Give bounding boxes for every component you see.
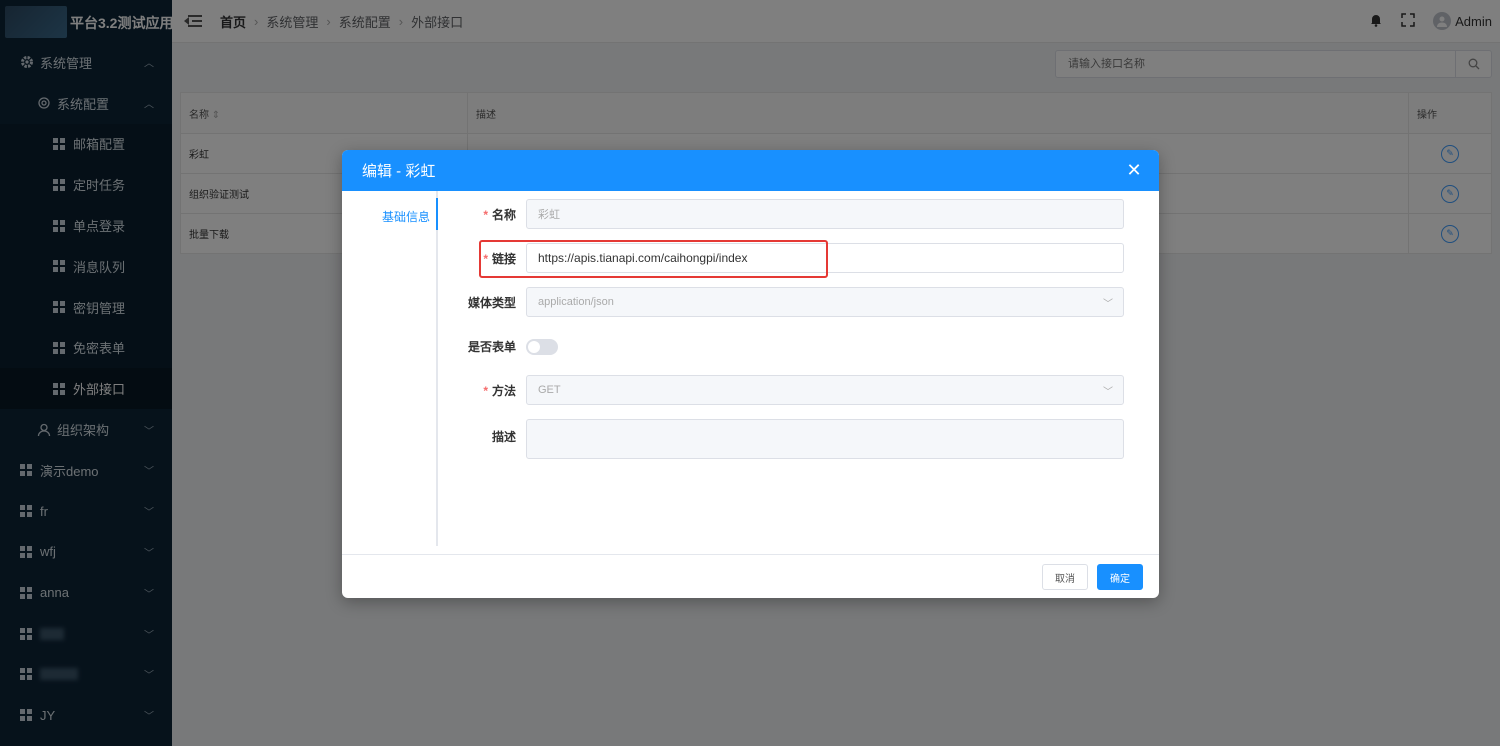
tab-basic-info[interactable]: 基础信息 (382, 208, 430, 225)
edit-dialog: 编辑 - 彩虹 ✕ 基础信息 * 名称 彩虹 * 链接 https://apis.t… (342, 150, 1159, 598)
media-type-label: 媒体类型 (467, 295, 516, 310)
dialog-footer: 取消 确定 (342, 554, 1159, 598)
desc-label: 描述 (491, 430, 516, 444)
form-row-method: * 方法 GET ﹀ (442, 375, 1126, 405)
media-type-value: application/json (538, 296, 614, 308)
cancel-button[interactable]: 取消 (1042, 564, 1088, 590)
method-select[interactable]: GET ﹀ (526, 375, 1124, 405)
active-tab-indicator (436, 198, 438, 230)
close-icon[interactable]: ✕ (1125, 161, 1143, 179)
is-form-label: 是否表单 (467, 340, 516, 354)
name-label: * 名称 (483, 207, 516, 222)
media-type-select[interactable]: application/json ﹀ (526, 287, 1124, 317)
dialog-tabs: 基础信息 (342, 191, 438, 546)
chevron-down-icon: ﹀ (1103, 386, 1113, 398)
dialog-header: 编辑 - 彩虹 ✕ (342, 150, 1159, 191)
chevron-down-icon: ﹀ (1103, 298, 1113, 310)
method-label: * 方法 (483, 383, 516, 398)
highlight-annotation (479, 240, 828, 278)
form-row-desc: 描述 (442, 419, 1126, 459)
dialog-title: 编辑 - 彩虹 (362, 163, 436, 180)
is-form-switch[interactable] (526, 338, 558, 355)
confirm-button[interactable]: 确定 (1097, 564, 1143, 590)
method-value: GET (538, 384, 561, 396)
form-row-is-form: 是否表单 (442, 338, 1126, 355)
name-field[interactable]: 彩虹 (526, 199, 1124, 229)
form-row-media-type: 媒体类型 application/json ﹀ (442, 287, 1126, 317)
form-row-name: * 名称 彩虹 (442, 199, 1126, 229)
desc-textarea[interactable] (526, 419, 1124, 459)
